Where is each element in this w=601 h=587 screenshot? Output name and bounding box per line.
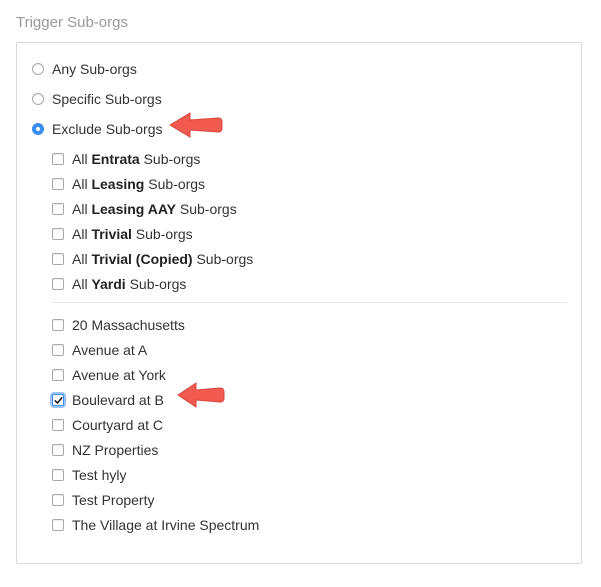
checkbox-suborg[interactable]: The Village at Irvine Spectrum [52, 516, 259, 534]
divider [52, 302, 567, 303]
checkbox-label: All Yardi Sub-orgs [72, 276, 187, 292]
checkbox[interactable] [52, 494, 64, 506]
checkbox-suborg[interactable]: Test hyly [52, 466, 126, 484]
arrow-annotation-icon [177, 382, 225, 408]
checkbox[interactable] [52, 419, 64, 431]
radio-button[interactable] [32, 63, 44, 75]
checkbox[interactable] [52, 319, 64, 331]
checkbox-label: All Leasing Sub-orgs [72, 176, 206, 192]
checkbox-label: Test Property [72, 492, 155, 508]
checkbox[interactable] [52, 203, 64, 215]
checkbox-suborg[interactable]: Avenue at A [52, 341, 147, 359]
radio-button-selected[interactable] [32, 123, 44, 135]
checkbox-label: Avenue at A [72, 342, 148, 358]
checkbox-label: 20 Massachusetts [72, 317, 185, 333]
radio-exclude-suborgs[interactable]: Exclude Sub-orgs [32, 120, 163, 138]
radio-button[interactable] [32, 93, 44, 105]
checkbox-label: Boulevard at B [72, 392, 164, 408]
checkbox-label: All Entrata Sub-orgs [72, 151, 201, 167]
checkbox-label: Test hyly [72, 467, 127, 483]
radio-label: Exclude Sub-orgs [52, 121, 163, 137]
checkbox[interactable] [52, 519, 64, 531]
arrow-annotation-icon [169, 112, 223, 138]
checkbox-label: Courtyard at C [72, 417, 164, 433]
checkbox-suborg-boulevard-at-b[interactable]: Boulevard at B [52, 391, 164, 409]
checkbox-label: All Trivial Sub-orgs [72, 226, 193, 242]
checkbox-checked[interactable] [52, 394, 64, 406]
checkbox[interactable] [52, 469, 64, 481]
checkmark-icon [54, 397, 63, 404]
radio-label: Any Sub-orgs [52, 61, 137, 77]
checkbox-label: All Leasing AAY Sub-orgs [72, 201, 237, 217]
checkbox[interactable] [52, 444, 64, 456]
checkbox[interactable] [52, 153, 64, 165]
checkbox-label: The Village at Irvine Spectrum [72, 517, 260, 533]
checkbox[interactable] [52, 369, 64, 381]
radio-any-suborgs[interactable]: Any Sub-orgs [32, 60, 137, 78]
checkbox-suborg[interactable]: Courtyard at C [52, 416, 163, 434]
checkbox-all-trivial-copied[interactable]: All Trivial (Copied) Sub-orgs [52, 250, 253, 268]
checkbox-label: Avenue at York [72, 367, 166, 383]
checkbox-suborg[interactable]: NZ Properties [52, 441, 158, 459]
radio-specific-suborgs[interactable]: Specific Sub-orgs [32, 90, 162, 108]
checkbox[interactable] [52, 278, 64, 290]
radio-label: Specific Sub-orgs [52, 91, 162, 107]
checkbox-all-yardi[interactable]: All Yardi Sub-orgs [52, 275, 186, 293]
checkbox-all-entrata[interactable]: All Entrata Sub-orgs [52, 150, 200, 168]
checkbox-label: NZ Properties [72, 442, 159, 458]
checkbox[interactable] [52, 178, 64, 190]
checkbox-all-leasing[interactable]: All Leasing Sub-orgs [52, 175, 205, 193]
section-legend: Trigger Sub-orgs [16, 14, 128, 31]
checkbox-all-trivial[interactable]: All Trivial Sub-orgs [52, 225, 193, 243]
checkbox-suborg[interactable]: Test Property [52, 491, 154, 509]
checkbox-all-leasing-aay[interactable]: All Leasing AAY Sub-orgs [52, 200, 237, 218]
checkbox[interactable] [52, 253, 64, 265]
checkbox[interactable] [52, 228, 64, 240]
checkbox-label: All Trivial (Copied) Sub-orgs [72, 251, 254, 267]
checkbox-suborg[interactable]: 20 Massachusetts [52, 316, 185, 334]
checkbox[interactable] [52, 344, 64, 356]
checkbox-suborg[interactable]: Avenue at York [52, 366, 166, 384]
